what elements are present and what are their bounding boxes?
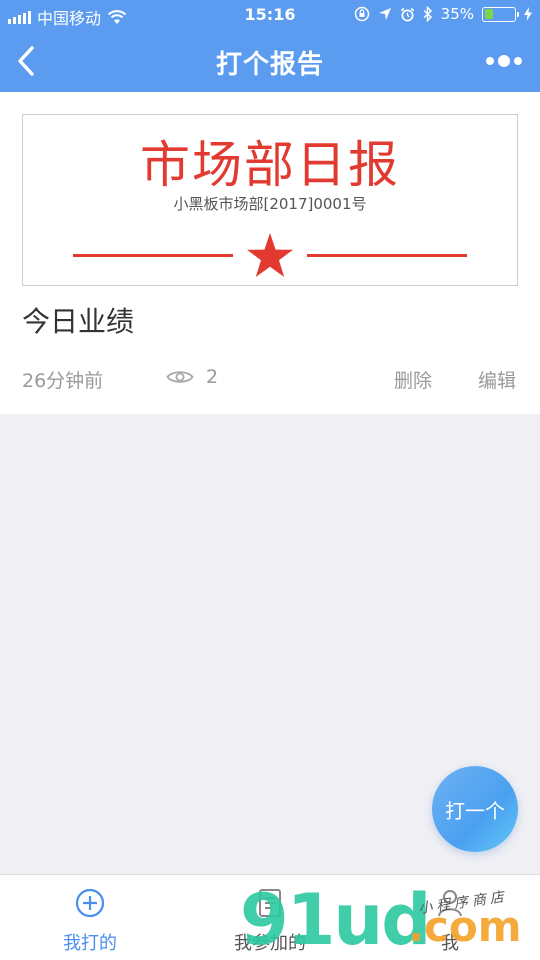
location-icon xyxy=(378,8,391,20)
report-card[interactable]: 市场部日报 小黑板市场部[2017]0001号 今日业绩 26分钟前 2 删除 … xyxy=(0,92,540,414)
report-banner: 市场部日报 小黑板市场部[2017]0001号 xyxy=(22,114,518,286)
bluetooth-icon xyxy=(423,6,432,22)
report-time-ago: 26分钟前 xyxy=(22,370,104,392)
battery-icon xyxy=(482,6,519,22)
more-dot-center xyxy=(498,55,510,67)
tab-my-created[interactable]: 我打的 xyxy=(0,875,180,960)
star-icon xyxy=(247,233,293,277)
status-right: 35% xyxy=(354,5,532,23)
more-dots-icon xyxy=(486,57,494,65)
navigation-bar: 打个报告 xyxy=(0,30,540,92)
banner-rule-right xyxy=(307,254,467,257)
battery-percent: 35% xyxy=(440,5,474,23)
new-report-fab[interactable]: 打一个 xyxy=(432,766,518,852)
status-bar: 中国移动 15:16 35% xyxy=(0,0,540,30)
report-title: 今日业绩 xyxy=(22,305,135,338)
page-title: 打个报告 xyxy=(215,50,324,80)
rotation-lock-icon xyxy=(354,6,369,22)
top-bar: 中国移动 15:16 35% 打个报告 xyxy=(0,0,540,92)
more-dot-right xyxy=(514,57,522,65)
more-button[interactable] xyxy=(486,52,522,70)
alarm-icon xyxy=(400,7,414,21)
view-count: 2 xyxy=(206,366,219,388)
watermark-brand: 91ud xyxy=(240,879,431,960)
report-meta: 26分钟前 2 删除 编辑 xyxy=(0,364,540,394)
plus-circle-icon xyxy=(75,888,105,918)
charging-icon xyxy=(524,7,532,21)
tab-label: 我打的 xyxy=(63,933,117,954)
banner-rule-left xyxy=(73,254,233,257)
delete-button[interactable]: 删除 xyxy=(394,366,432,393)
battery-fill xyxy=(484,9,493,19)
edit-button[interactable]: 编辑 xyxy=(478,366,516,393)
banner-heading: 市场部日报 xyxy=(140,136,400,194)
banner-doc-number: 小黑板市场部[2017]0001号 xyxy=(173,195,367,213)
eye-icon xyxy=(166,371,194,383)
watermark-domain: .com xyxy=(408,902,522,951)
watermark: 91ud 小程序商店 .com xyxy=(240,880,540,960)
